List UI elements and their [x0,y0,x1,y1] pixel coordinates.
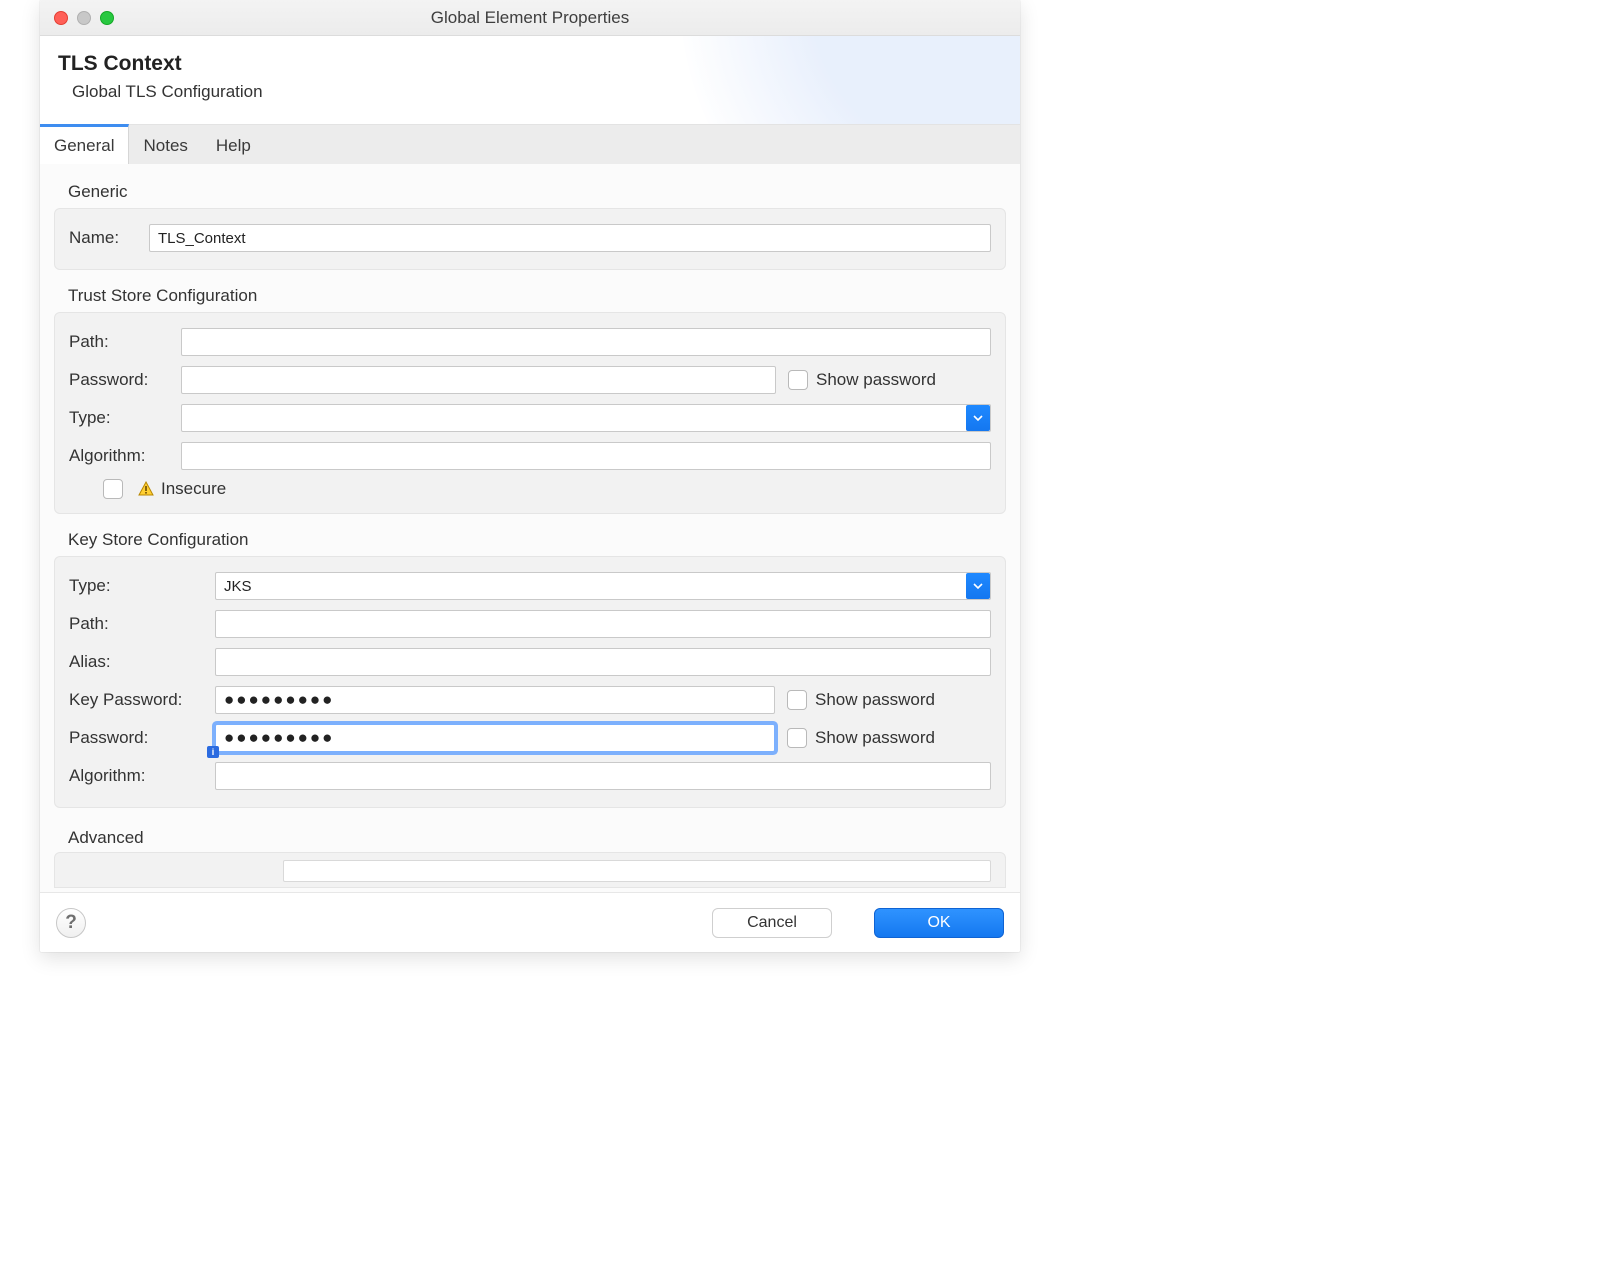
section-key-title: Key Store Configuration [54,526,1006,556]
key-type-label: Type: [69,576,215,596]
key-password-show-password[interactable]: Show password [787,728,935,748]
section-trust-title: Trust Store Configuration [54,282,1006,312]
trust-insecure-checkbox[interactable] [103,479,123,499]
key-type-select[interactable] [215,572,991,600]
key-algorithm-field[interactable] [215,762,991,790]
ok-button[interactable]: OK [874,908,1004,938]
tab-general[interactable]: General [40,124,129,164]
key-keypw-field[interactable] [215,686,775,714]
trust-algorithm-field[interactable] [181,442,991,470]
key-keypw-label: Key Password: [69,690,215,710]
key-path-label: Path: [69,614,215,634]
checkbox-icon[interactable] [787,690,807,710]
trust-password-field[interactable] [181,366,776,394]
section-advanced-box [54,852,1006,888]
section-generic-box: Name: [54,208,1006,270]
key-password-label: Password: [69,728,215,748]
key-alias-field[interactable] [215,648,991,676]
footer: ? Cancel OK [40,892,1020,952]
section-key-store: Key Store Configuration Type: Path: [54,526,1006,808]
trust-type-select[interactable] [181,404,991,432]
key-password-field[interactable] [215,724,775,752]
window-title: Global Element Properties [40,8,1020,28]
key-password-show-password-label: Show password [815,728,935,748]
trust-insecure-row: Insecure [69,475,991,501]
cancel-button[interactable]: Cancel [712,908,832,938]
key-algorithm-label: Algorithm: [69,766,215,786]
trust-password-label: Password: [69,370,181,390]
section-trust-store: Trust Store Configuration Path: Password… [54,282,1006,514]
chevron-down-icon[interactable] [966,405,990,431]
trust-path-label: Path: [69,332,181,352]
checkbox-icon[interactable] [788,370,808,390]
tab-help[interactable]: Help [202,125,265,164]
chevron-down-icon[interactable] [966,573,990,599]
tab-bar: General Notes Help [40,124,1020,164]
trust-show-password-label: Show password [816,370,936,390]
key-keypw-show-password[interactable]: Show password [787,690,935,710]
header: TLS Context Global TLS Configuration [40,36,1020,124]
section-advanced: Advanced [54,820,1006,888]
section-key-box: Type: Path: Alias: [54,556,1006,808]
name-label: Name: [69,228,149,248]
tab-notes[interactable]: Notes [129,125,201,164]
titlebar: Global Element Properties [40,0,1020,36]
dialog-window: Global Element Properties TLS Context Gl… [40,0,1020,952]
trust-insecure-label: Insecure [161,479,226,499]
trust-type-label: Type: [69,408,181,428]
key-path-field[interactable] [215,610,991,638]
section-advanced-title: Advanced [54,820,1006,852]
info-icon: i [207,746,219,758]
name-field[interactable] [149,224,991,252]
section-trust-box: Path: Password: Show password Type: [54,312,1006,514]
tab-general-body: Generic Name: Trust Store Configuration … [40,164,1020,892]
key-type-field[interactable] [215,572,991,600]
advanced-field[interactable] [283,860,991,882]
trust-path-field[interactable] [181,328,991,356]
section-generic: Generic Name: [54,178,1006,270]
key-alias-label: Alias: [69,652,215,672]
trust-show-password[interactable]: Show password [788,370,936,390]
header-decoration [680,36,1020,124]
trust-type-field[interactable] [181,404,991,432]
key-keypw-show-password-label: Show password [815,690,935,710]
help-button[interactable]: ? [56,908,86,938]
checkbox-icon[interactable] [787,728,807,748]
section-generic-title: Generic [54,178,1006,208]
trust-algorithm-label: Algorithm: [69,446,181,466]
warning-icon [137,480,155,498]
